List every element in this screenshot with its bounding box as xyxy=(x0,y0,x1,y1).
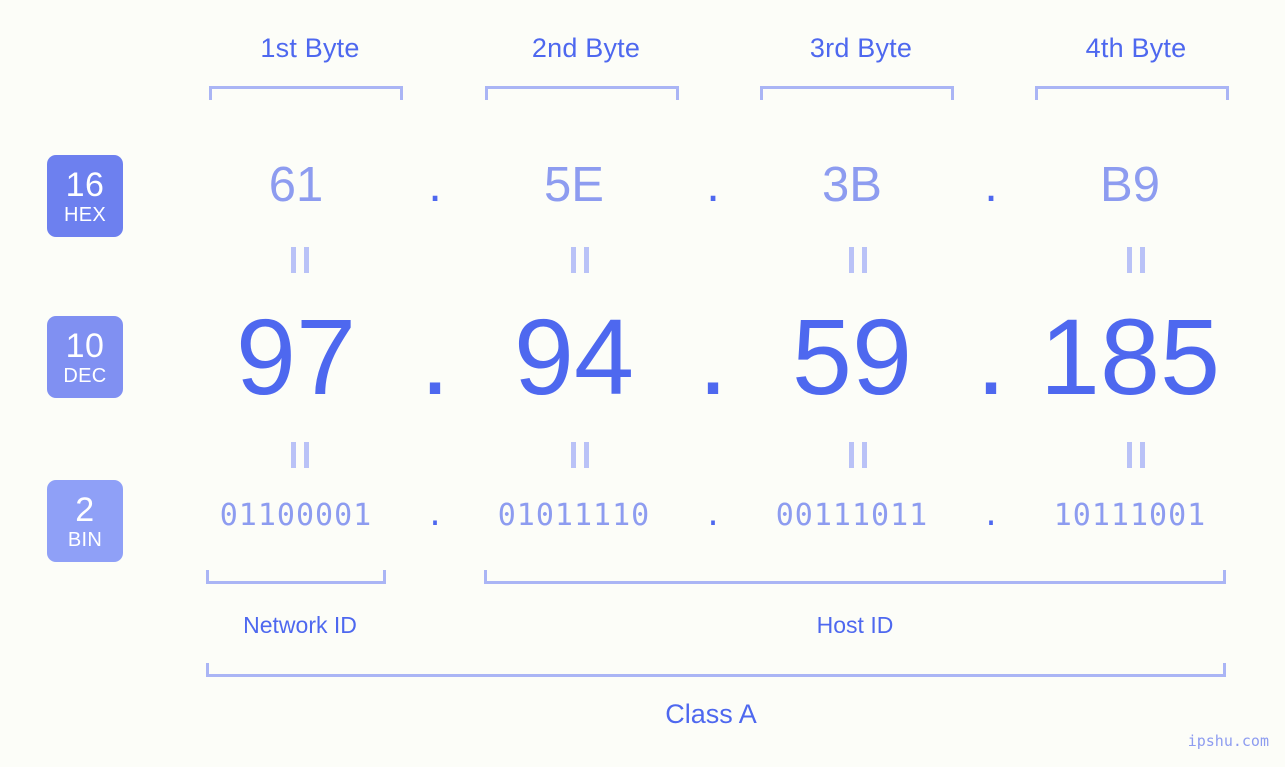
equals-sign-dec-bin-4 xyxy=(1127,442,1145,468)
base-badge-hex-number: 16 xyxy=(65,165,105,204)
byte-header-label-4: 4th Byte xyxy=(1085,33,1187,63)
hex-octet-3: 3B xyxy=(822,158,882,212)
byte-bracket-2 xyxy=(485,86,679,100)
bin-octet-4: 10111001 xyxy=(1053,498,1207,533)
byte-bracket-1 xyxy=(209,86,403,100)
byte-header-label-1: 1st Byte xyxy=(260,33,360,63)
class-label: Class A xyxy=(665,699,757,729)
byte-header-label-2: 2nd Byte xyxy=(531,33,641,63)
dec-octet-3: 59 xyxy=(791,296,913,417)
hex-separator-2: . xyxy=(706,158,720,212)
byte-bracket-3 xyxy=(760,86,954,100)
hex-separator-1: . xyxy=(428,158,442,212)
equals-sign-dec-bin-1 xyxy=(291,442,309,468)
class-bracket xyxy=(206,663,1226,677)
equals-sign-hex-dec-2 xyxy=(571,247,589,273)
dec-octet-2: 94 xyxy=(513,296,635,417)
network-id-bracket xyxy=(206,570,386,584)
base-badge-bin-number: 2 xyxy=(75,490,95,529)
site-watermark: ipshu.com xyxy=(1187,732,1269,750)
bin-octet-3: 00111011 xyxy=(775,498,929,533)
base-badge-dec: 10 DEC xyxy=(47,316,123,398)
base-badge-hex: 16 HEX xyxy=(47,155,123,237)
hex-octet-2: 5E xyxy=(544,158,604,212)
bin-separator-1: . xyxy=(425,498,445,533)
base-badge-bin-name: BIN xyxy=(67,528,103,551)
dec-separator-1: . xyxy=(419,296,450,417)
bin-octet-2: 01011110 xyxy=(497,498,651,533)
base-badge-dec-name: DEC xyxy=(63,364,107,387)
equals-sign-dec-bin-3 xyxy=(849,442,867,468)
bin-octet-1: 01100001 xyxy=(219,498,373,533)
base-badge-hex-name: HEX xyxy=(63,203,107,226)
dec-separator-3: . xyxy=(975,296,1006,417)
hex-octet-4: B9 xyxy=(1100,158,1160,212)
base-badge-bin: 2 BIN xyxy=(47,480,123,562)
equals-sign-hex-dec-4 xyxy=(1127,247,1145,273)
equals-sign-hex-dec-1 xyxy=(291,247,309,273)
network-id-label: Network ID xyxy=(243,612,357,638)
dec-octet-4: 185 xyxy=(1039,296,1221,417)
byte-header-label-3: 3rd Byte xyxy=(809,33,913,63)
equals-sign-dec-bin-2 xyxy=(571,442,589,468)
dec-separator-2: . xyxy=(697,296,728,417)
byte-bracket-4 xyxy=(1035,86,1229,100)
bin-separator-3: . xyxy=(981,498,1001,533)
host-id-label: Host ID xyxy=(816,612,894,638)
ip-address-breakdown-diagram: 1st Byte 2nd Byte 3rd Byte 4th Byte 16 H… xyxy=(0,0,1285,767)
bin-separator-2: . xyxy=(703,498,723,533)
base-badge-dec-number: 10 xyxy=(65,326,105,365)
hex-separator-3: . xyxy=(984,158,998,212)
host-id-bracket xyxy=(484,570,1226,584)
dec-octet-1: 97 xyxy=(235,296,357,417)
hex-octet-1: 61 xyxy=(268,158,324,212)
equals-sign-hex-dec-3 xyxy=(849,247,867,273)
